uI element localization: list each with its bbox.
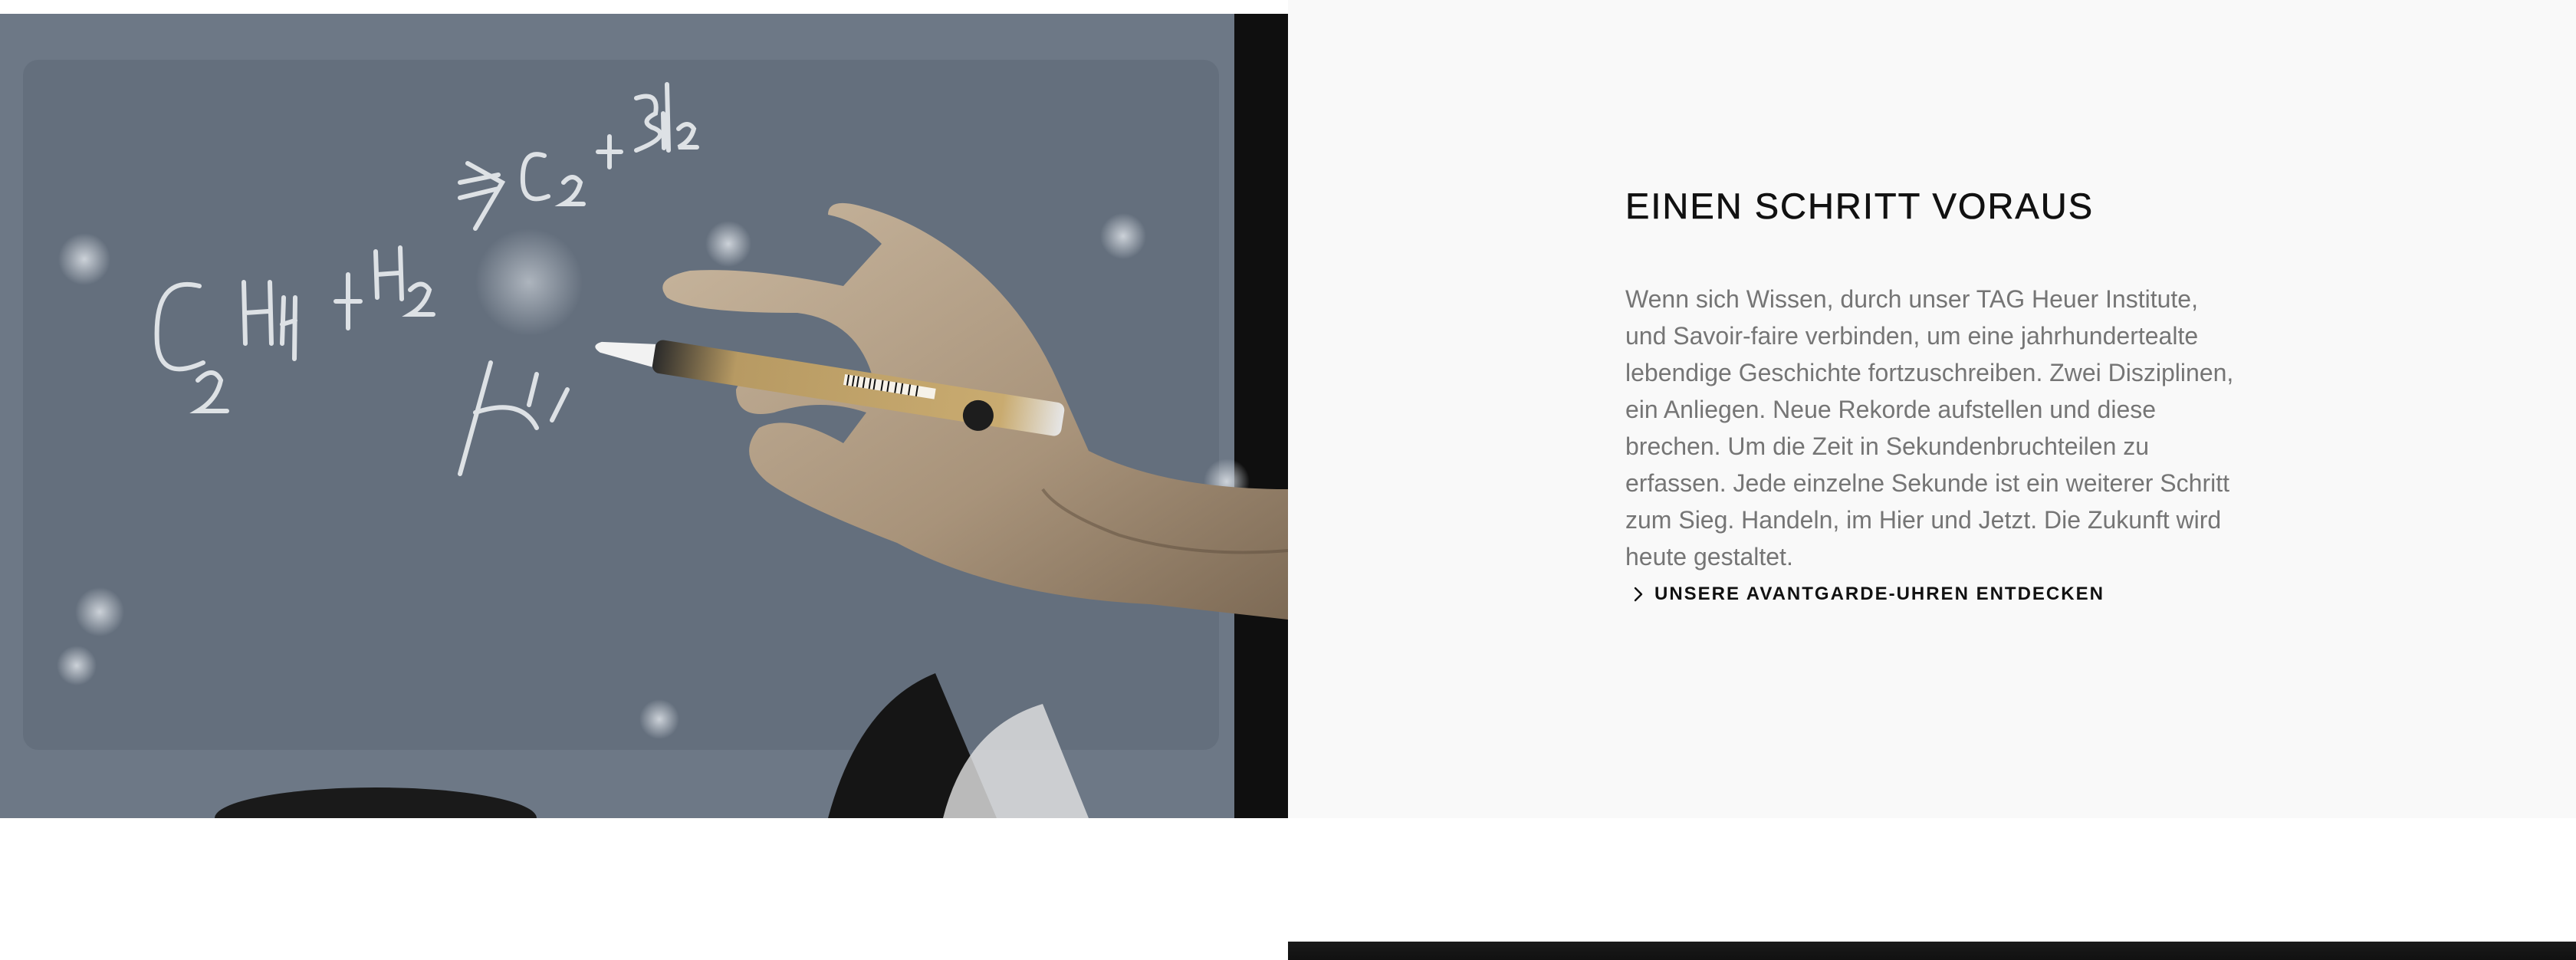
hero-photo-illustration xyxy=(0,14,1288,818)
text-panel: EINEN SCHRITT VORAUS Wenn sich Wissen, d… xyxy=(1288,0,2576,818)
section-heading: EINEN SCHRITT VORAUS xyxy=(1625,186,2095,227)
section-spacer xyxy=(0,818,2576,960)
text-content: EINEN SCHRITT VORAUS Wenn sich Wissen, d… xyxy=(1625,181,2254,606)
cta-label: UNSERE AVANTGARDE-UHREN ENTDECKEN xyxy=(1654,584,2104,604)
next-section-image xyxy=(1288,942,2576,960)
chevron-right-icon xyxy=(1627,583,1650,606)
section-body: Wenn sich Wissen, durch unser TAG Heuer … xyxy=(1625,285,2234,570)
discover-avantgarde-watches-link[interactable]: UNSERE AVANTGARDE-UHREN ENTDECKEN xyxy=(1625,583,2254,606)
hero-image xyxy=(0,14,1288,818)
